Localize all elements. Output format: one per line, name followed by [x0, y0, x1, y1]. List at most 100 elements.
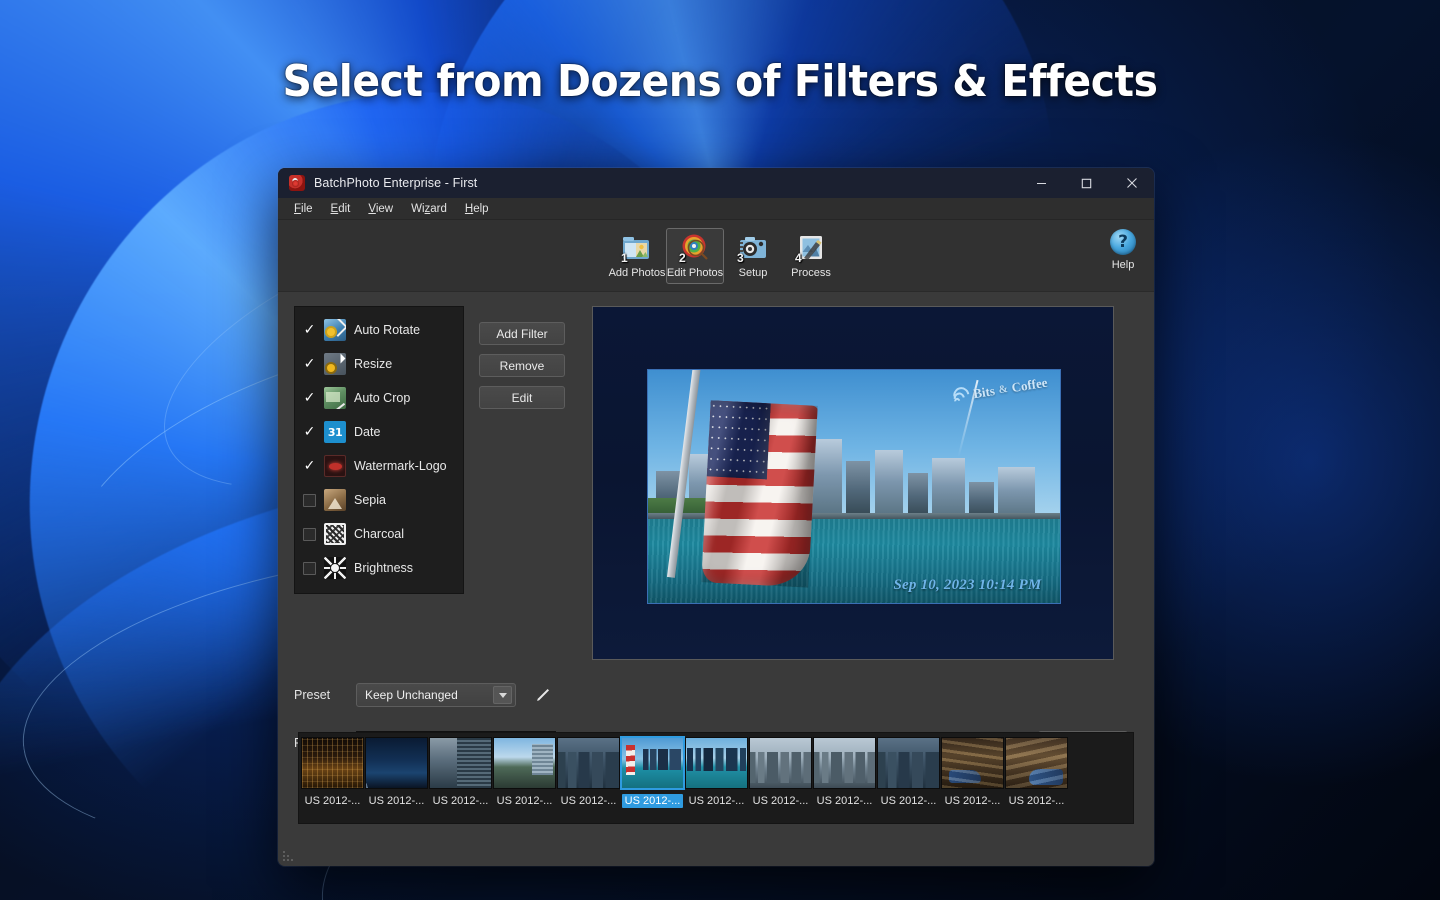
date-stamp-overlay: Sep 10, 2023 10:14 PM [893, 576, 1042, 593]
thumbnail-item[interactable]: US 2012-... [877, 737, 940, 808]
thumbnail-item[interactable]: US 2012-... [493, 737, 556, 808]
thumbnail-image [557, 737, 620, 789]
thumbnail-item[interactable]: US 2012-... [557, 737, 620, 808]
filter-checkbox[interactable] [303, 426, 316, 439]
thumbnail-label: US 2012-... [944, 795, 1001, 807]
thumbnail-image [749, 737, 812, 789]
auto-rotate-icon [324, 319, 346, 341]
filter-checkbox[interactable] [303, 358, 316, 371]
watermark-arcs-icon [949, 383, 973, 407]
menu-item-help[interactable]: Help [456, 201, 498, 217]
filter-checkbox[interactable] [303, 561, 316, 575]
thumbnail-image [621, 737, 684, 789]
help-label: Help [1111, 259, 1135, 271]
thumbnail-label: US 2012-... [304, 795, 361, 807]
thumbnail-item[interactable]: US 2012-... [365, 737, 428, 808]
thumbnail-item[interactable]: US 2012-... [685, 737, 748, 808]
help-button[interactable]: ? Help [1110, 229, 1136, 271]
minimize-icon[interactable] [1019, 168, 1064, 198]
filter-checkbox[interactable] [303, 527, 316, 541]
auto-crop-icon [324, 387, 346, 409]
step-number: 4 [795, 250, 802, 265]
filter-checkbox[interactable] [303, 324, 316, 337]
filter-checkbox[interactable] [303, 392, 316, 405]
thumbnail-image [685, 737, 748, 789]
thumbnail-item-selected[interactable]: US 2012-... [621, 737, 684, 808]
filter-row-auto-crop[interactable]: Auto Crop [295, 381, 463, 415]
filter-label: Auto Rotate [354, 323, 421, 337]
help-icon: ? [1110, 229, 1136, 255]
watermark-logo-icon [324, 455, 346, 477]
filter-checkbox[interactable] [303, 460, 316, 473]
thumbnail-item[interactable]: US 2012-... [429, 737, 492, 808]
date-icon: 31 [324, 421, 346, 443]
close-icon[interactable] [1109, 168, 1154, 198]
thumbnail-strip[interactable]: US 2012-... US 2012-... US 2012-... US 2… [298, 732, 1134, 824]
sepia-icon [324, 489, 346, 511]
step-number: 3 [737, 250, 744, 265]
filter-row-date[interactable]: 31 Date [295, 415, 463, 449]
thumbnail-label: US 2012-... [560, 795, 617, 807]
window-body: Auto Rotate Resize Auto Crop 31 Date [278, 292, 1154, 866]
resize-grip[interactable] [283, 847, 297, 861]
filter-checkbox[interactable] [303, 493, 316, 507]
thumbnail-image [429, 737, 492, 789]
filter-row-resize[interactable]: Resize [295, 347, 463, 381]
window-controls [1019, 168, 1154, 198]
thumbnail-item[interactable]: US 2012-... [813, 737, 876, 808]
filter-row-charcoal[interactable]: Charcoal [295, 517, 463, 551]
filter-row-brightness[interactable]: Brightness [295, 551, 463, 585]
add-filter-button[interactable]: Add Filter [479, 322, 565, 345]
thumbnail-image [877, 737, 940, 789]
thumbnail-item[interactable]: US 2012-... [1005, 737, 1068, 808]
preset-label: Preset [294, 688, 331, 702]
process-icon: 4 [794, 232, 828, 264]
chevron-down-icon[interactable] [493, 686, 512, 704]
pencil-icon[interactable] [534, 686, 552, 704]
thumbnail-label: US 2012-... [816, 795, 873, 807]
setup-button[interactable]: 3 Setup [724, 228, 782, 284]
add-photos-button[interactable]: 1 Add Photos [608, 228, 666, 284]
preview-pane[interactable]: Bits & Coffee Sep 10, 2023 10:14 PM [592, 306, 1114, 660]
edit-photos-button[interactable]: 2 Edit Photos [666, 227, 724, 284]
thumbnail-item[interactable]: US 2012-... [749, 737, 812, 808]
charcoal-icon [324, 523, 346, 545]
thumbnail-label: US 2012-... [688, 795, 745, 807]
photo-building [874, 450, 904, 520]
add-photos-label: Add Photos [608, 266, 666, 279]
step-number: 2 [679, 250, 686, 265]
thumbnail-label: US 2012-... [1008, 795, 1065, 807]
batchphoto-icon [289, 175, 305, 191]
edit-photos-icon: 2 [678, 232, 712, 264]
photo-flag [700, 399, 818, 588]
preset-dropdown[interactable]: Keep Unchanged [356, 683, 516, 707]
thumbnail-image [493, 737, 556, 789]
thumbnail-item[interactable]: US 2012-... [301, 737, 364, 808]
edit-filter-button[interactable]: Edit [479, 386, 565, 409]
filter-row-watermark-logo[interactable]: Watermark-Logo [295, 449, 463, 483]
filter-label: Resize [354, 357, 393, 371]
add-photos-icon: 1 [620, 232, 654, 264]
thumbnail-image [1005, 737, 1068, 789]
thumbnail-label: US 2012-... [880, 795, 937, 807]
filter-label: Watermark-Logo [354, 459, 447, 473]
thumbnail-item[interactable]: US 2012-... [941, 737, 1004, 808]
thumbnail-image [813, 737, 876, 789]
process-button[interactable]: 4 Process [782, 228, 840, 284]
thumbnail-label: US 2012-... [368, 795, 425, 807]
remove-filter-button[interactable]: Remove [479, 354, 565, 377]
filter-list[interactable]: Auto Rotate Resize Auto Crop 31 Date [294, 306, 464, 594]
filter-actions: Add Filter Remove Edit [479, 306, 565, 660]
preset-value: Keep Unchanged [365, 688, 458, 702]
maximize-icon[interactable] [1064, 168, 1109, 198]
filter-row-auto-rotate[interactable]: Auto Rotate [295, 313, 463, 347]
filter-label: Auto Crop [354, 391, 411, 405]
step-number: 1 [621, 250, 628, 265]
filter-label: Date [354, 425, 381, 439]
menu-item-edit[interactable]: Edit [322, 201, 360, 217]
thumbnail-label: US 2012-... [752, 795, 809, 807]
menu-item-file[interactable]: File [285, 201, 322, 217]
filter-row-sepia[interactable]: Sepia [295, 483, 463, 517]
menu-item-wizard[interactable]: Wizard [402, 201, 456, 217]
menu-item-view[interactable]: View [359, 201, 402, 217]
